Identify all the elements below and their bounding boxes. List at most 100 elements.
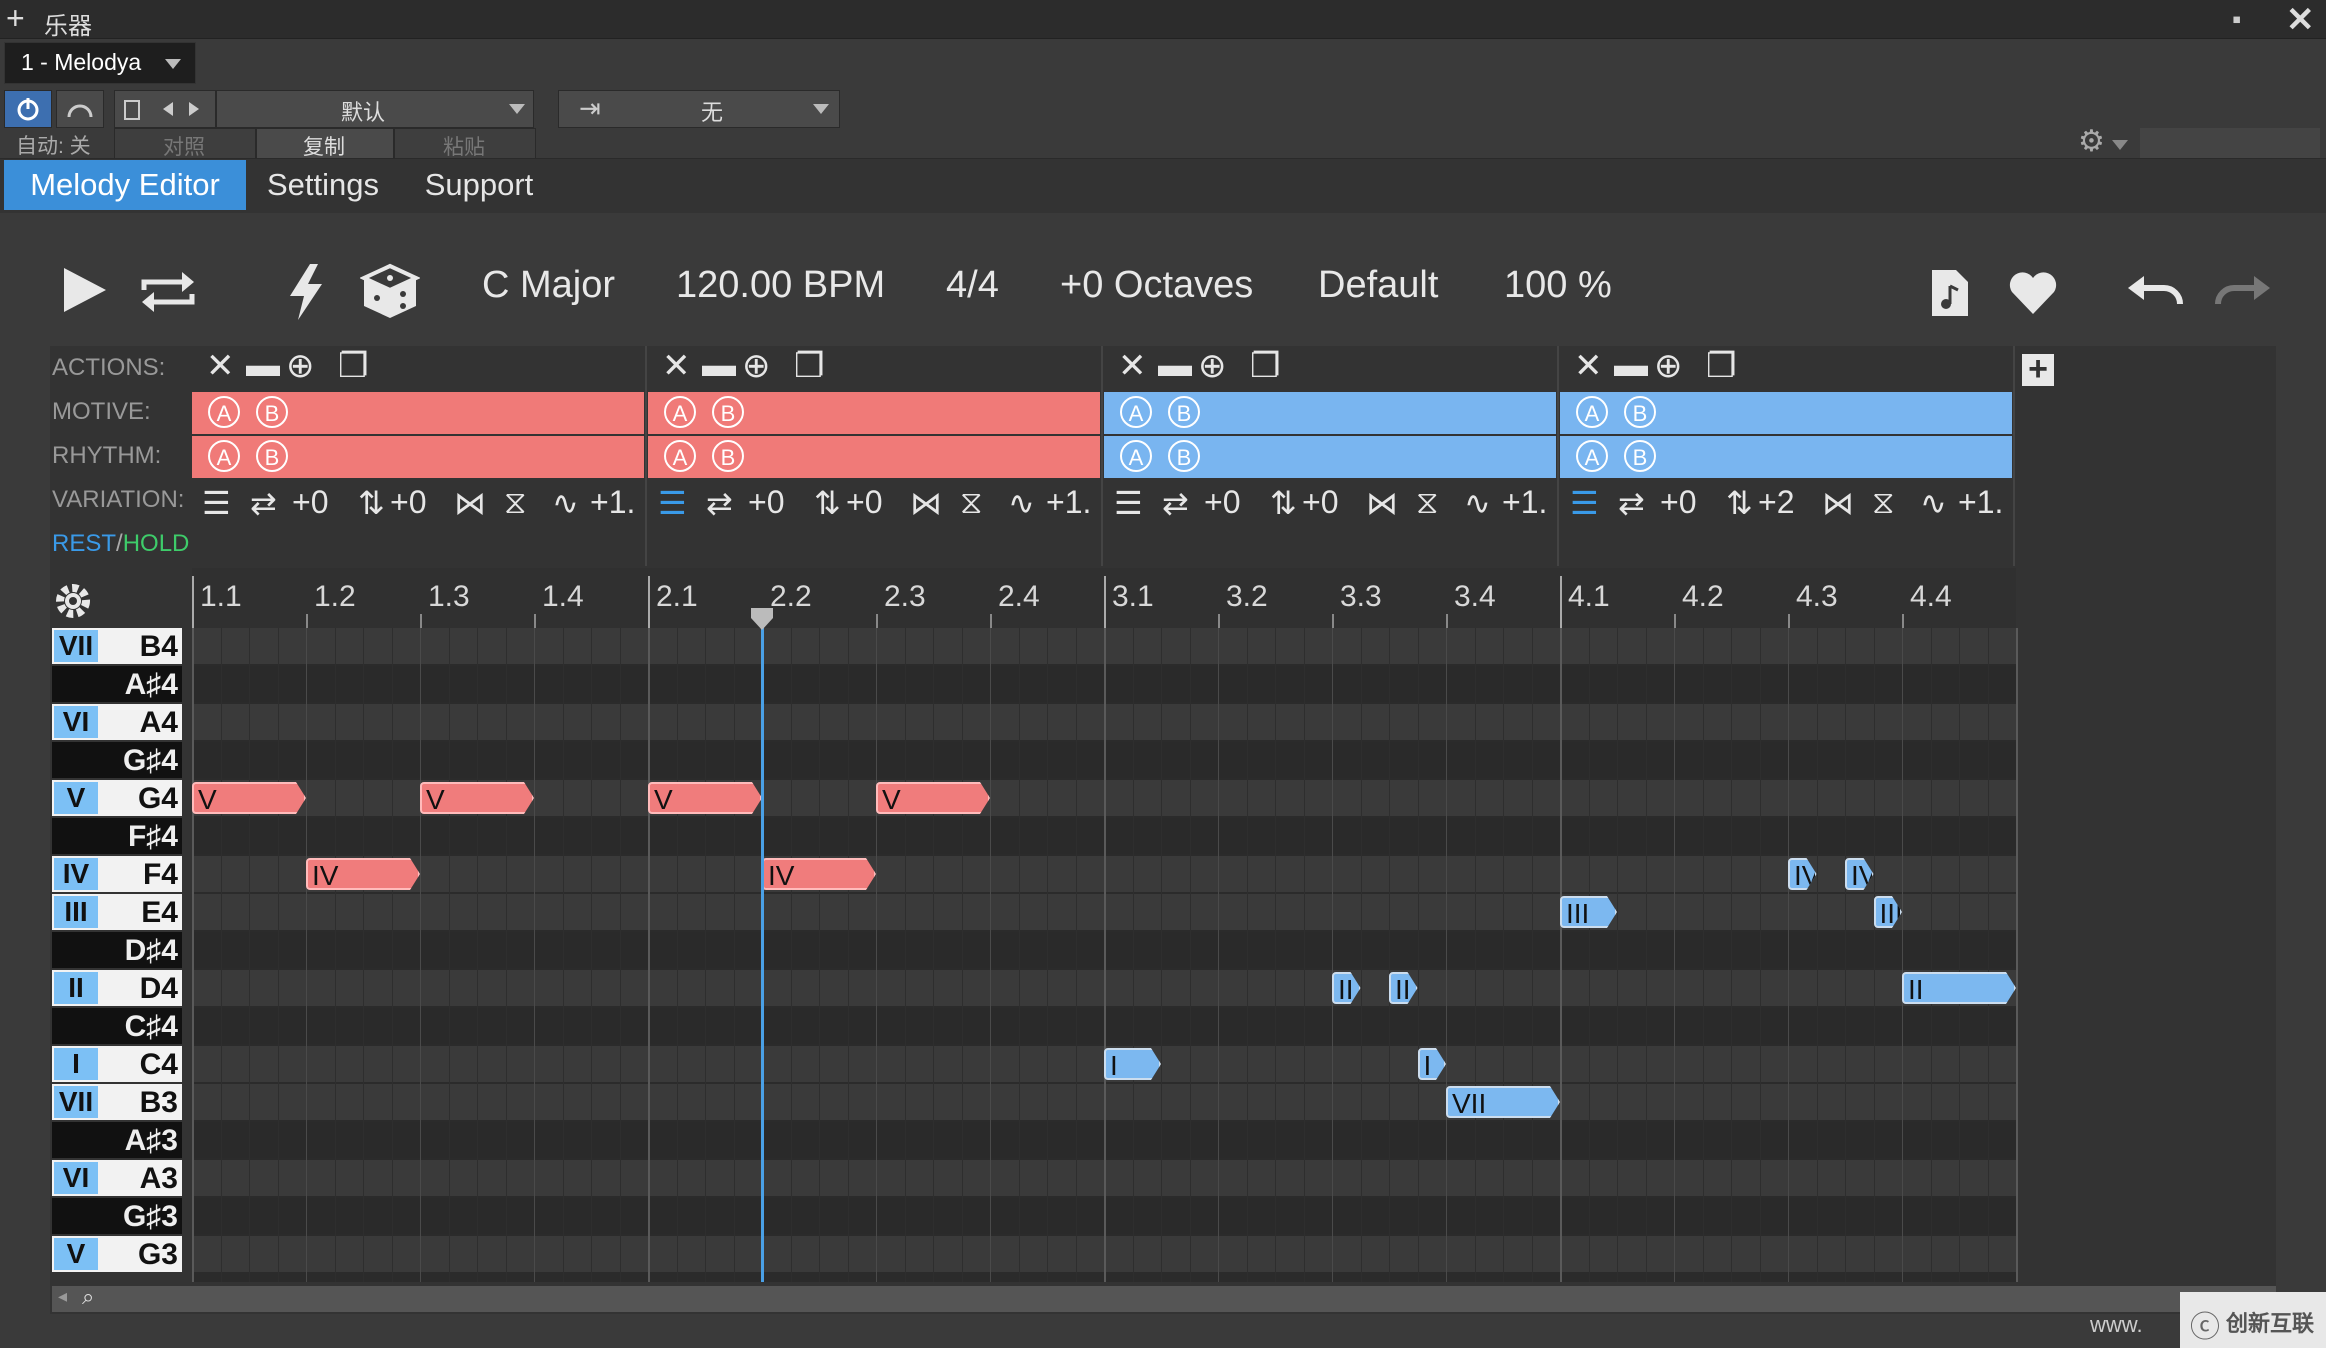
delete-icon[interactable]: ✕ — [662, 346, 691, 386]
motive-segment[interactable]: AB — [1560, 392, 2012, 434]
note-block[interactable]: V — [420, 782, 534, 814]
list-icon[interactable]: ☰ — [1570, 484, 1599, 522]
piano-key[interactable]: A♯4 — [52, 666, 182, 702]
motive-a-button[interactable]: A — [1120, 396, 1152, 428]
piano-key[interactable]: VII B3 — [52, 1084, 182, 1120]
rhythm-segment[interactable]: AB — [648, 436, 1100, 478]
duplicate-icon[interactable]: ❐ — [794, 346, 824, 386]
add-icon[interactable]: ⊕ — [286, 346, 315, 386]
minus-icon[interactable]: ▬ — [246, 346, 280, 385]
piano-key[interactable]: F♯4 — [52, 818, 182, 854]
hourglass-icon[interactable]: ⧖ — [504, 484, 526, 522]
settings-gear-button[interactable]: ⚙ — [2076, 125, 2128, 160]
motive-a-button[interactable]: A — [664, 396, 696, 428]
curve-icon[interactable]: ∿ — [552, 484, 579, 522]
piano-key[interactable]: G♯3 — [52, 1198, 182, 1234]
redo-icon[interactable] — [2210, 270, 2274, 314]
duplicate-icon[interactable]: ❐ — [338, 346, 368, 386]
piano-key[interactable]: C♯4 — [52, 1008, 182, 1044]
power-button[interactable] — [4, 90, 52, 128]
shift-icon[interactable]: ⇄ — [250, 484, 277, 522]
motive-b-button[interactable]: B — [712, 396, 744, 428]
hourglass-icon[interactable]: ⧖ — [1416, 484, 1438, 522]
preset-nav[interactable] — [114, 90, 216, 128]
motive-b-button[interactable]: B — [1168, 396, 1200, 428]
motive-a-button[interactable]: A — [208, 396, 240, 428]
transpose-icon[interactable]: ⇅ — [1270, 484, 1297, 522]
time-signature[interactable]: 4/4 — [946, 264, 999, 307]
motive-segment[interactable]: AB — [192, 392, 644, 434]
curve-icon[interactable]: ∿ — [1464, 484, 1491, 522]
shift-icon[interactable]: ⇄ — [1162, 484, 1189, 522]
motive-b-button[interactable]: B — [1624, 396, 1656, 428]
list-icon[interactable]: ☰ — [658, 484, 687, 522]
invert-icon[interactable]: ⋈ — [1822, 484, 1854, 522]
transpose-icon[interactable]: ⇅ — [358, 484, 385, 522]
rhythm-a-button[interactable]: A — [1576, 440, 1608, 472]
motive-segment[interactable]: AB — [1104, 392, 1556, 434]
piano-key[interactable]: V G3 — [52, 1236, 182, 1272]
invert-icon[interactable]: ⋈ — [1366, 484, 1398, 522]
note-block[interactable]: V — [192, 782, 306, 814]
note-grid[interactable]: VVVVIVIVIIIIIIVIIIIIIVIVIIIII — [192, 628, 2018, 1282]
invert-icon[interactable]: ⋈ — [454, 484, 486, 522]
piano-key[interactable]: VI A4 — [52, 704, 182, 740]
rhythm-segment[interactable]: AB — [1560, 436, 2012, 478]
rhythm-a-button[interactable]: A — [208, 440, 240, 472]
delete-icon[interactable]: ✕ — [1574, 346, 1603, 386]
loop-icon[interactable] — [136, 264, 200, 320]
note-block[interactable]: I — [1104, 1048, 1161, 1080]
instrument-selector[interactable]: 1 - Melodya — [4, 42, 196, 84]
lightning-icon[interactable] — [284, 262, 328, 322]
paste-button[interactable]: 粘贴 — [394, 128, 536, 160]
delete-icon[interactable]: ✕ — [206, 346, 235, 386]
shift-icon[interactable]: ⇄ — [706, 484, 733, 522]
add-icon[interactable]: ⊕ — [742, 346, 771, 386]
note-block[interactable]: III — [1560, 896, 1617, 928]
tempo-display[interactable]: 120.00 BPM — [676, 264, 885, 307]
add-icon[interactable]: ⊕ — [1198, 346, 1227, 386]
auto-label[interactable]: 自动: 关 — [16, 130, 91, 160]
add-icon[interactable]: ⊕ — [1654, 346, 1683, 386]
gear-icon[interactable] — [50, 578, 96, 624]
piano-key[interactable]: IV F4 — [52, 856, 182, 892]
rhythm-b-button[interactable]: B — [1168, 440, 1200, 472]
note-block[interactable]: IV — [306, 858, 420, 890]
delete-icon[interactable]: ✕ — [1118, 346, 1147, 386]
duplicate-icon[interactable]: ❐ — [1706, 346, 1736, 386]
minus-icon[interactable]: ▬ — [1158, 346, 1192, 385]
note-block[interactable]: II — [1902, 972, 2016, 1004]
piano-key[interactable]: VII B4 — [52, 628, 182, 664]
compare-button[interactable]: 对照 — [114, 128, 256, 160]
note-block[interactable]: IV — [762, 858, 876, 890]
tab-support[interactable]: Support — [404, 160, 554, 210]
piano-key[interactable]: I C4 — [52, 1046, 182, 1082]
invert-icon[interactable]: ⋈ — [910, 484, 942, 522]
zoom-display[interactable]: 100 % — [1504, 264, 1612, 307]
rhythm-b-button[interactable]: B — [1624, 440, 1656, 472]
motive-segment[interactable]: AB — [648, 392, 1100, 434]
close-icon[interactable]: ✕ — [2286, 0, 2315, 40]
note-block[interactable]: V — [648, 782, 762, 814]
list-icon[interactable]: ☰ — [202, 484, 231, 522]
style-selector[interactable]: Default — [1318, 264, 1438, 307]
list-icon[interactable]: ☰ — [1114, 484, 1143, 522]
octave-selector[interactable]: +0 Octaves — [1060, 264, 1253, 307]
motive-a-button[interactable]: A — [1576, 396, 1608, 428]
piano-key[interactable]: D♯4 — [52, 932, 182, 968]
rest-hold-label[interactable]: REST/HOLD — [52, 530, 189, 558]
hourglass-icon[interactable]: ⧖ — [1872, 484, 1894, 522]
tab-settings[interactable]: Settings — [250, 160, 396, 210]
transpose-icon[interactable]: ⇅ — [814, 484, 841, 522]
rhythm-a-button[interactable]: A — [664, 440, 696, 472]
transpose-icon[interactable]: ⇅ — [1726, 484, 1753, 522]
note-block[interactable]: V — [876, 782, 990, 814]
piano-key[interactable]: III E4 — [52, 894, 182, 930]
rhythm-a-button[interactable]: A — [1120, 440, 1152, 472]
minus-icon[interactable]: ▬ — [702, 346, 736, 385]
chevron-left-icon[interactable]: ◂ — [58, 1286, 67, 1307]
curve-icon[interactable]: ∿ — [1008, 484, 1035, 522]
preset-dropdown[interactable]: 默认 — [216, 90, 534, 128]
playhead-marker-icon[interactable] — [749, 606, 775, 632]
hourglass-icon[interactable]: ⧖ — [960, 484, 982, 522]
